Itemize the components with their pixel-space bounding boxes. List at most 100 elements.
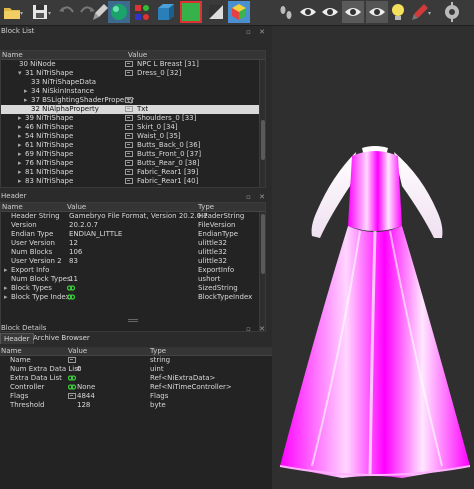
expand-arrow-icon[interactable]: ▸ [18,159,22,168]
chevron-down-icon[interactable]: ▾ [20,10,23,17]
header-row[interactable]: Header String Gamebryo File Format, Versi… [1,212,265,221]
detail-row[interactable]: Name string [0,356,272,365]
field-value[interactable]: 0 [77,365,81,374]
eye-icon[interactable] [320,2,340,22]
header-row[interactable]: ▸ Block Types SizedString [1,284,265,293]
block-list-row[interactable]: ▸ 46 NiTriShape Skirt_0 [34] [1,123,265,132]
expand-arrow-icon[interactable]: ▸ [24,96,28,105]
render-viewport[interactable] [272,26,474,489]
pane-buttons[interactable]: ▫ ✕ [246,324,268,334]
field-value[interactable]: 20.2.0.7 [69,221,98,230]
block-list-row[interactable]: ▸ 39 NiTriShape Shoulders_0 [33] [1,114,265,123]
color-cube-icon[interactable] [228,1,250,23]
eye-settings-icon[interactable] [342,1,364,23]
splitter-handle[interactable] [128,319,138,322]
shapes-icon[interactable] [132,2,152,22]
expand-arrow-icon[interactable]: ▸ [18,150,22,159]
expand-arrow-icon[interactable]: ▸ [4,284,8,293]
cube-icon[interactable] [156,2,176,22]
tab-archive-browser[interactable]: Archive Browser [30,333,93,344]
detail-row[interactable]: Controller None Ref<NiTimeController> [0,383,272,392]
header-row[interactable]: ▸ Export Info ExportInfo [1,266,265,275]
column-type-header[interactable]: Type [198,203,214,212]
block-list-row[interactable]: 33 NiTriShapeData [1,78,265,87]
header-row[interactable]: Num Blocks 106 ulittle32 [1,248,265,257]
detail-row[interactable]: Extra Data List Ref<NiExtraData> [0,374,272,383]
header-scrollbar[interactable] [259,212,265,331]
scroll-thumb[interactable] [261,120,265,160]
block-details-grid[interactable]: Name Value Type Name string Num Extra Data… [0,347,272,489]
expand-arrow-icon[interactable]: ▸ [24,87,28,96]
undo-icon[interactable] [56,2,76,22]
expand-arrow-icon[interactable]: ▸ [18,123,22,132]
header-row[interactable]: Endian Type ENDIAN_LITTLE EndianType [1,230,265,239]
detail-row[interactable]: Num Extra Data List 0 uint [0,365,272,374]
tab-header[interactable]: Header [0,333,34,344]
expand-arrow-icon[interactable]: ▸ [18,168,22,177]
field-type: uint [150,365,164,373]
column-type-header[interactable]: Type [150,347,166,356]
column-value-header[interactable]: Value [68,347,87,356]
column-value-header[interactable]: Value [67,203,86,212]
chevron-down-icon[interactable]: ▾ [48,10,51,17]
footprints-icon[interactable] [276,2,296,22]
header-row[interactable]: Version 20.2.0.7 FileVersion [1,221,265,230]
green-cube-icon[interactable] [180,1,202,23]
light-icon[interactable] [388,2,408,22]
field-value[interactable]: 11 [69,275,78,284]
field-value[interactable]: 12 [69,239,78,248]
block-list-row[interactable]: ▸ 54 NiTriShape Waist_0 [35] [1,132,265,141]
block-list-row[interactable]: ▸ 37 BSLightingShaderProperty [1,96,265,105]
column-name-header[interactable]: Name [1,347,22,356]
settings-icon[interactable] [442,2,462,22]
scroll-thumb[interactable] [261,214,265,274]
header-grid[interactable]: Name Value Type Header String Gamebryo Fi… [0,202,266,332]
block-list-row[interactable]: ▸ 34 NiSkinInstance [1,87,265,96]
folder-icon[interactable] [2,2,22,22]
expand-arrow-icon[interactable]: ▸ [18,114,22,123]
eye-icon[interactable] [366,1,388,23]
block-list-grid[interactable]: Name Value 30 NiNode NPC L Breast [31] ▾ 31… [0,50,266,188]
field-value[interactable]: Gamebryo File Format, Version 20.2.0.7 [69,212,208,221]
field-value[interactable]: ENDIAN_LITTLE [69,230,122,239]
expand-arrow-icon[interactable]: ▾ [18,69,22,78]
brush-pen-icon[interactable] [410,2,430,22]
field-value[interactable]: 106 [69,248,82,257]
column-name-header[interactable]: Name [2,51,23,60]
expand-arrow-icon[interactable]: ▸ [18,177,22,186]
save-icon[interactable] [30,2,50,22]
expand-arrow-icon[interactable]: ▸ [18,132,22,141]
pane-buttons[interactable]: ▫ ✕ [246,27,268,37]
field-value[interactable]: 128 [77,401,90,410]
block-list-row[interactable]: 30 NiNode NPC L Breast [31] [1,60,265,69]
eye-icon[interactable] [298,2,318,22]
detail-row[interactable]: Threshold 128 byte [0,401,272,410]
expand-arrow-icon[interactable]: ▸ [18,141,22,150]
expand-arrow-icon[interactable]: ▸ [4,266,8,275]
column-name-header[interactable]: Name [2,203,23,212]
field-value[interactable]: None [77,383,95,392]
contrast-icon[interactable] [206,2,226,22]
pane-buttons[interactable]: ▫ ✕ [246,192,268,202]
header-row[interactable]: ▸ Block Type Index BlockTypeIndex [1,293,265,302]
expand-arrow-icon[interactable]: ▸ [4,293,8,302]
field-value[interactable]: 4844 [77,392,95,401]
detail-row[interactable]: Flags 4844 Flags [0,392,272,401]
block-list-row[interactable]: ▾ 31 NiTriShape Dress_0 [32] [1,69,265,78]
block-list-scrollbar[interactable] [259,60,265,187]
chevron-down-icon[interactable]: ▾ [428,10,431,17]
column-value-header[interactable]: Value [128,51,147,60]
brush-icon[interactable] [90,2,110,22]
field-name: Version [11,221,37,229]
header-row[interactable]: User Version 2 83 ulittle32 [1,257,265,266]
block-list-row[interactable]: ▸ 83 NiTriShape Fabric_Rear1 [40] [1,177,265,186]
block-list-row[interactable]: ▸ 61 NiTriShape Butts_Back_0 [36] [1,141,265,150]
field-value[interactable]: 83 [69,257,78,266]
sphere-icon[interactable] [108,1,130,23]
block-list-row[interactable]: ▸ 81 NiTriShape Fabric_Rear1 [39] [1,168,265,177]
header-row[interactable]: Num Block Types 11 ushort [1,275,265,284]
block-list-row[interactable]: 32 NiAlphaProperty Txt [1,105,265,114]
block-list-row[interactable]: ▸ 76 NiTriShape Butts_Rear_0 [38] [1,159,265,168]
block-list-row[interactable]: ▸ 69 NiTriShape Butts_Front_0 [37] [1,150,265,159]
header-row[interactable]: User Version 12 ulittle32 [1,239,265,248]
